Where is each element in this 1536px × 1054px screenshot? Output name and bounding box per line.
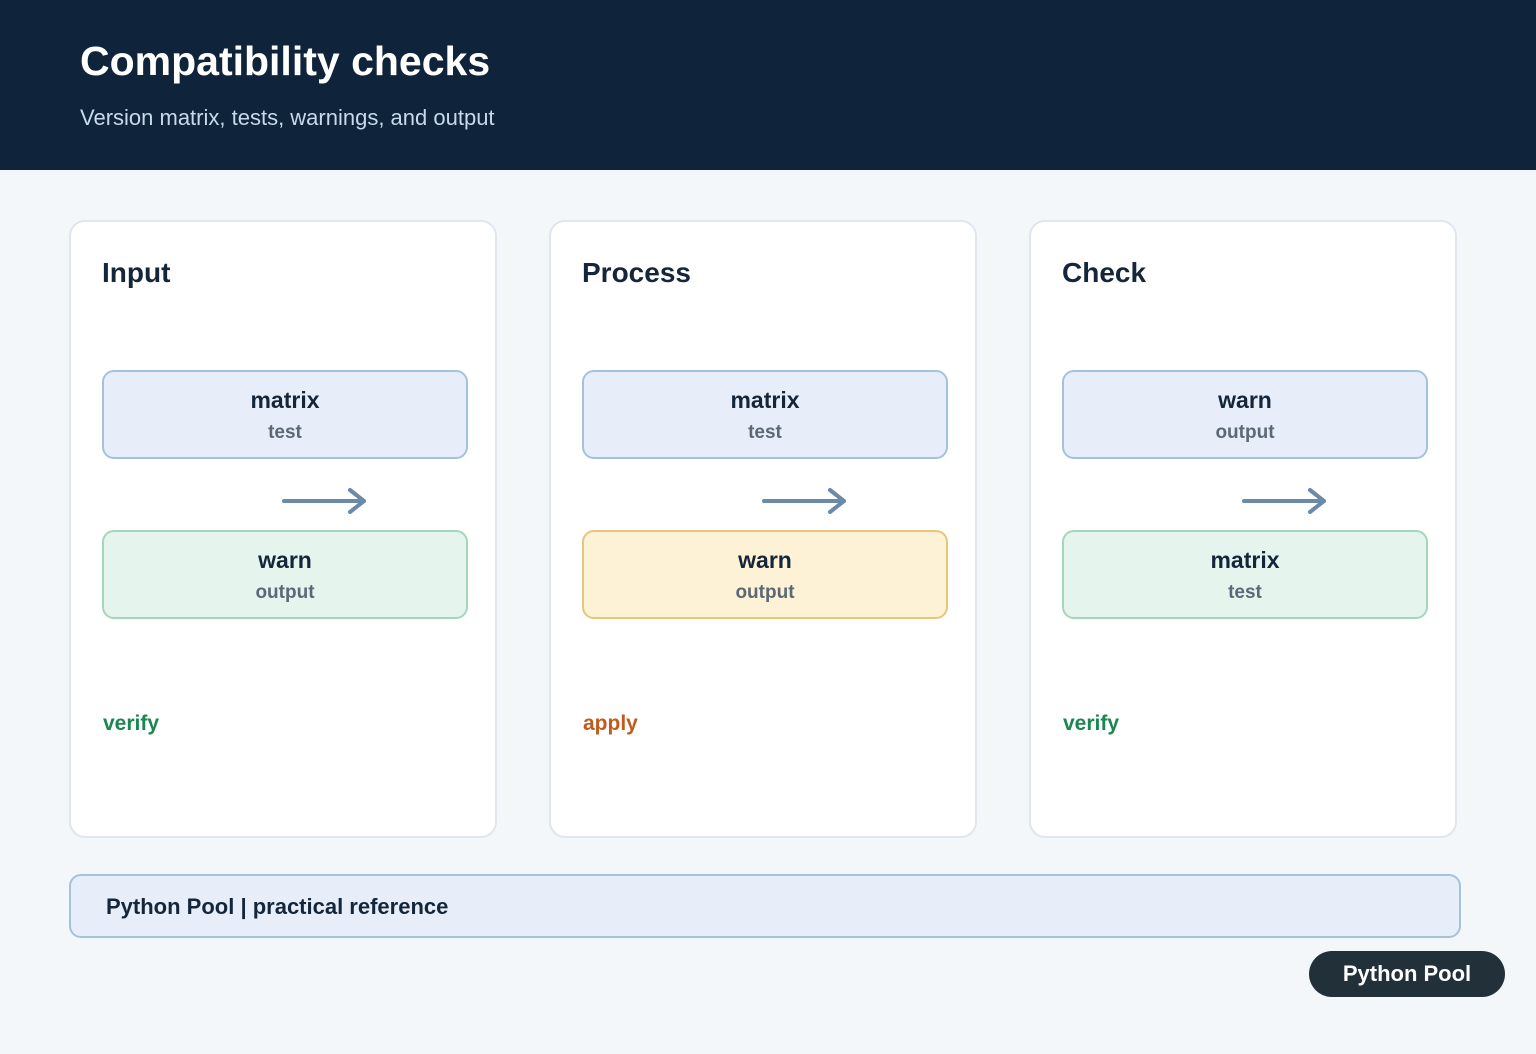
stage-box-bottom: warn output [102,530,468,619]
page-subtitle: Version matrix, tests, warnings, and out… [80,105,495,130]
box-label: warn [1218,387,1272,413]
arrow-right-icon [1242,488,1326,514]
stage-tag: verify [1063,712,1120,735]
stage-tag: verify [103,712,160,735]
box-sublabel: test [748,422,782,443]
header-banner: Compatibility checks Version matrix, tes… [0,0,1536,170]
footer-text: Python Pool | practical reference [106,894,449,919]
box-label: matrix [250,387,320,413]
stage-title: Process [582,257,691,288]
arrow-right-icon [282,488,366,514]
box-sublabel: output [1215,422,1275,443]
box-label: matrix [1210,547,1280,573]
stage-box-bottom: warn output [582,530,948,619]
footer-bar: Python Pool | practical reference [69,874,1461,938]
stage-card-process: Process matrix test warn output apply [549,220,977,838]
stage-box-top: matrix test [582,370,948,459]
stage-box-top: matrix test [102,370,468,459]
page-title: Compatibility checks [80,38,491,84]
box-label: warn [258,547,312,573]
stage-card-input: Input matrix test warn output verify [69,220,497,838]
stage-tag: apply [583,712,638,735]
box-label: matrix [730,387,800,413]
brand-badge: Python Pool [1309,951,1505,997]
stage-card-check: Check warn output matrix test verify [1029,220,1457,838]
stage-box-bottom: matrix test [1062,530,1428,619]
box-label: warn [738,547,792,573]
box-sublabel: output [735,582,795,603]
stage-title: Input [102,257,171,288]
stage-title: Check [1062,257,1147,288]
stage-box-top: warn output [1062,370,1428,459]
arrow-right-icon [762,488,846,514]
box-sublabel: test [1228,582,1262,603]
box-sublabel: output [255,582,315,603]
box-sublabel: test [268,422,302,443]
